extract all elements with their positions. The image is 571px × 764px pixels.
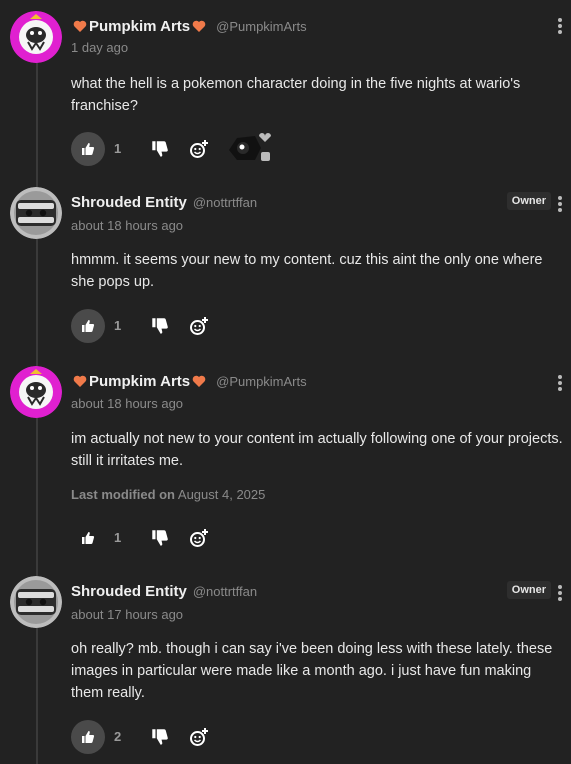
kebab-menu-icon[interactable]: [557, 584, 563, 602]
comment-body: im actually not new to your content im a…: [71, 431, 563, 469]
last-modified: Last modified on August 4, 2025: [71, 487, 265, 502]
pumpkim-avatar-icon: [10, 11, 62, 63]
comment-body: oh really? mb. though i can say i've bee…: [71, 641, 553, 701]
shrouded-avatar-icon: [10, 576, 62, 628]
author-name[interactable]: Shrouded Entity: [71, 583, 187, 600]
thumbs-down-icon[interactable]: [151, 529, 169, 547]
like-button[interactable]: [71, 132, 105, 166]
heart-icon: [192, 20, 206, 32]
thumbs-up-icon: [82, 143, 95, 155]
timestamp[interactable]: about 18 hours ago: [71, 218, 183, 233]
like-button[interactable]: [71, 521, 105, 555]
kebab-menu-icon[interactable]: [557, 374, 563, 392]
thumbs-up-icon: [82, 731, 95, 743]
author-name[interactable]: Pumpkim Arts: [89, 18, 190, 35]
kebab-menu-icon[interactable]: [557, 195, 563, 213]
author-handle[interactable]: @PumpkimArts: [216, 19, 307, 34]
author-handle[interactable]: @nottrtffan: [193, 195, 257, 210]
pumpkim-avatar-icon: [10, 366, 62, 418]
comment-actions: 1: [71, 132, 371, 166]
add-reaction-icon[interactable]: [189, 727, 209, 747]
thumbs-up-icon: [82, 532, 95, 544]
like-button[interactable]: [71, 720, 105, 754]
add-reaction-icon[interactable]: [189, 528, 209, 548]
heart-icon: [73, 20, 87, 32]
avatar[interactable]: [10, 366, 62, 418]
like-count: 2: [114, 729, 122, 744]
reaction-sticker-icon[interactable]: [225, 130, 273, 166]
last-modified-label: Last modified on: [71, 487, 175, 502]
comment-actions: 1: [71, 309, 371, 343]
avatar[interactable]: [10, 576, 62, 628]
avatar[interactable]: [10, 11, 62, 63]
comment-actions: 2: [71, 720, 371, 754]
shrouded-avatar-icon: [10, 187, 62, 239]
timestamp[interactable]: about 18 hours ago: [71, 396, 183, 411]
like-count: 1: [114, 141, 122, 156]
comment-actions: 1: [71, 521, 371, 555]
author-handle[interactable]: @nottrtffan: [193, 584, 257, 599]
add-reaction-icon[interactable]: [189, 139, 209, 159]
avatar[interactable]: [10, 187, 62, 239]
like-button[interactable]: [71, 309, 105, 343]
comment-body: hmmm. it seems your new to my content. c…: [71, 252, 543, 290]
thumbs-up-icon: [82, 320, 95, 332]
timestamp[interactable]: about 17 hours ago: [71, 607, 183, 622]
author-name[interactable]: Pumpkim Arts: [89, 373, 190, 390]
like-count: 1: [114, 530, 122, 545]
thumbs-down-icon[interactable]: [151, 728, 169, 746]
author-name[interactable]: Shrouded Entity: [71, 194, 187, 211]
owner-badge: Owner: [506, 192, 551, 210]
timestamp[interactable]: 1 day ago: [71, 40, 128, 55]
thumbs-down-icon[interactable]: [151, 317, 169, 335]
add-reaction-icon[interactable]: [189, 316, 209, 336]
thumbs-down-icon[interactable]: [151, 140, 169, 158]
heart-icon: [192, 375, 206, 387]
comment-body: what the hell is a pokemon character doi…: [71, 76, 521, 114]
kebab-menu-icon[interactable]: [557, 17, 563, 35]
heart-icon: [73, 375, 87, 387]
last-modified-date: August 4, 2025: [177, 487, 266, 502]
author-handle[interactable]: @PumpkimArts: [216, 374, 307, 389]
owner-badge: Owner: [506, 581, 551, 599]
like-count: 1: [114, 318, 122, 333]
